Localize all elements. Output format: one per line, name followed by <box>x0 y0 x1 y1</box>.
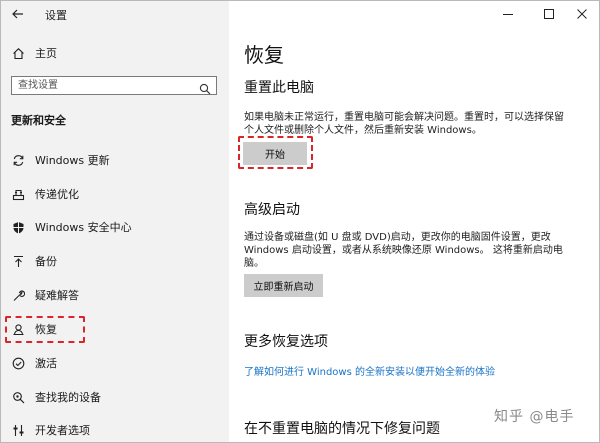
sidebar-item-windows-security[interactable]: Windows 安全中心 <box>1 214 229 240</box>
sidebar-item-troubleshoot[interactable]: 疑难解答 <box>1 282 229 308</box>
sidebar-item-label: 激活 <box>35 357 57 370</box>
more-recovery-options-heading: 更多恢复选项 <box>244 334 328 350</box>
search-input[interactable] <box>12 77 198 94</box>
sidebar-item-label: 恢复 <box>35 323 57 336</box>
sidebar-item-home[interactable]: 主页 <box>1 40 229 66</box>
shield-icon <box>11 220 25 234</box>
back-button[interactable] <box>7 4 29 24</box>
reset-pc-description: 如果电脑未正常运行，重置电脑可能会解决问题。重置时，可以选择保留个人文件或删除个… <box>244 112 564 136</box>
close-icon <box>577 9 587 19</box>
sidebar-item-label: Windows 更新 <box>35 154 110 167</box>
sidebar-item-windows-update[interactable]: Windows 更新 <box>1 147 229 173</box>
reset-pc-heading: 重置此电脑 <box>244 80 314 96</box>
sidebar-item-activation[interactable]: 激活 <box>1 350 229 376</box>
sidebar-item-developer-options[interactable]: 开发者选项 <box>1 417 229 442</box>
watermark: 知乎 @电手 <box>494 409 575 425</box>
sidebar-item-recovery[interactable]: 恢复 <box>1 316 229 342</box>
advanced-startup-description: 通过设备或磁盘(如 U 盘或 DVD)启动，更改你的电脑固件设置，更改 Wind… <box>244 232 563 269</box>
check-circle-icon <box>11 356 25 370</box>
developer-icon <box>11 423 25 437</box>
wrench-icon <box>11 288 25 302</box>
sync-icon <box>11 153 25 167</box>
delivery-optimization-icon <box>11 187 25 201</box>
restart-now-button[interactable]: 立即重新启动 <box>244 274 323 297</box>
sidebar: 设置 主页 更新和安全 <box>1 1 229 442</box>
sidebar-item-find-my-device[interactable]: 查找我的设备 <box>1 384 229 410</box>
back-arrow-icon <box>12 9 23 19</box>
advanced-startup-heading: 高级启动 <box>244 202 300 218</box>
sidebar-item-delivery-optimization[interactable]: 传递优化 <box>1 181 229 207</box>
fresh-install-link[interactable]: 了解如何进行 Windows 的全新安装以便开始全新的体验 <box>244 363 495 378</box>
sidebar-item-label: 开发者选项 <box>35 424 90 437</box>
recovery-icon <box>11 322 25 336</box>
sidebar-item-label: 备份 <box>35 255 57 268</box>
page-title: 恢复 <box>244 43 284 67</box>
minimize-icon <box>503 14 513 15</box>
search-field[interactable] <box>11 76 217 95</box>
minimize-button[interactable] <box>485 1 531 27</box>
titlebar-left: 设置 <box>1 1 229 27</box>
backup-arrow-icon <box>11 254 25 268</box>
window-title: 设置 <box>45 9 67 22</box>
sidebar-item-label: Windows 安全中心 <box>35 221 132 234</box>
fix-problems-heading: 在不重置电脑的情况下修复问题 <box>244 421 440 437</box>
sidebar-section-title: 更新和安全 <box>11 114 66 127</box>
get-started-button[interactable]: 开始 <box>243 142 307 165</box>
settings-window: 设置 主页 更新和安全 <box>0 0 600 443</box>
close-button[interactable] <box>559 1 599 27</box>
sidebar-item-label: 查找我的设备 <box>35 391 101 404</box>
maximize-icon <box>544 9 554 19</box>
search-icon[interactable] <box>199 80 211 95</box>
main-panel: 恢复 重置此电脑 如果电脑未正常运行，重置电脑可能会解决问题。重置时，可以选择保… <box>229 1 599 442</box>
sidebar-item-label: 传递优化 <box>35 188 79 201</box>
find-device-icon <box>11 390 25 404</box>
sidebar-home-label: 主页 <box>35 47 57 60</box>
home-icon <box>11 46 25 60</box>
sidebar-item-label: 疑难解答 <box>35 289 79 302</box>
sidebar-item-backup[interactable]: 备份 <box>1 248 229 274</box>
